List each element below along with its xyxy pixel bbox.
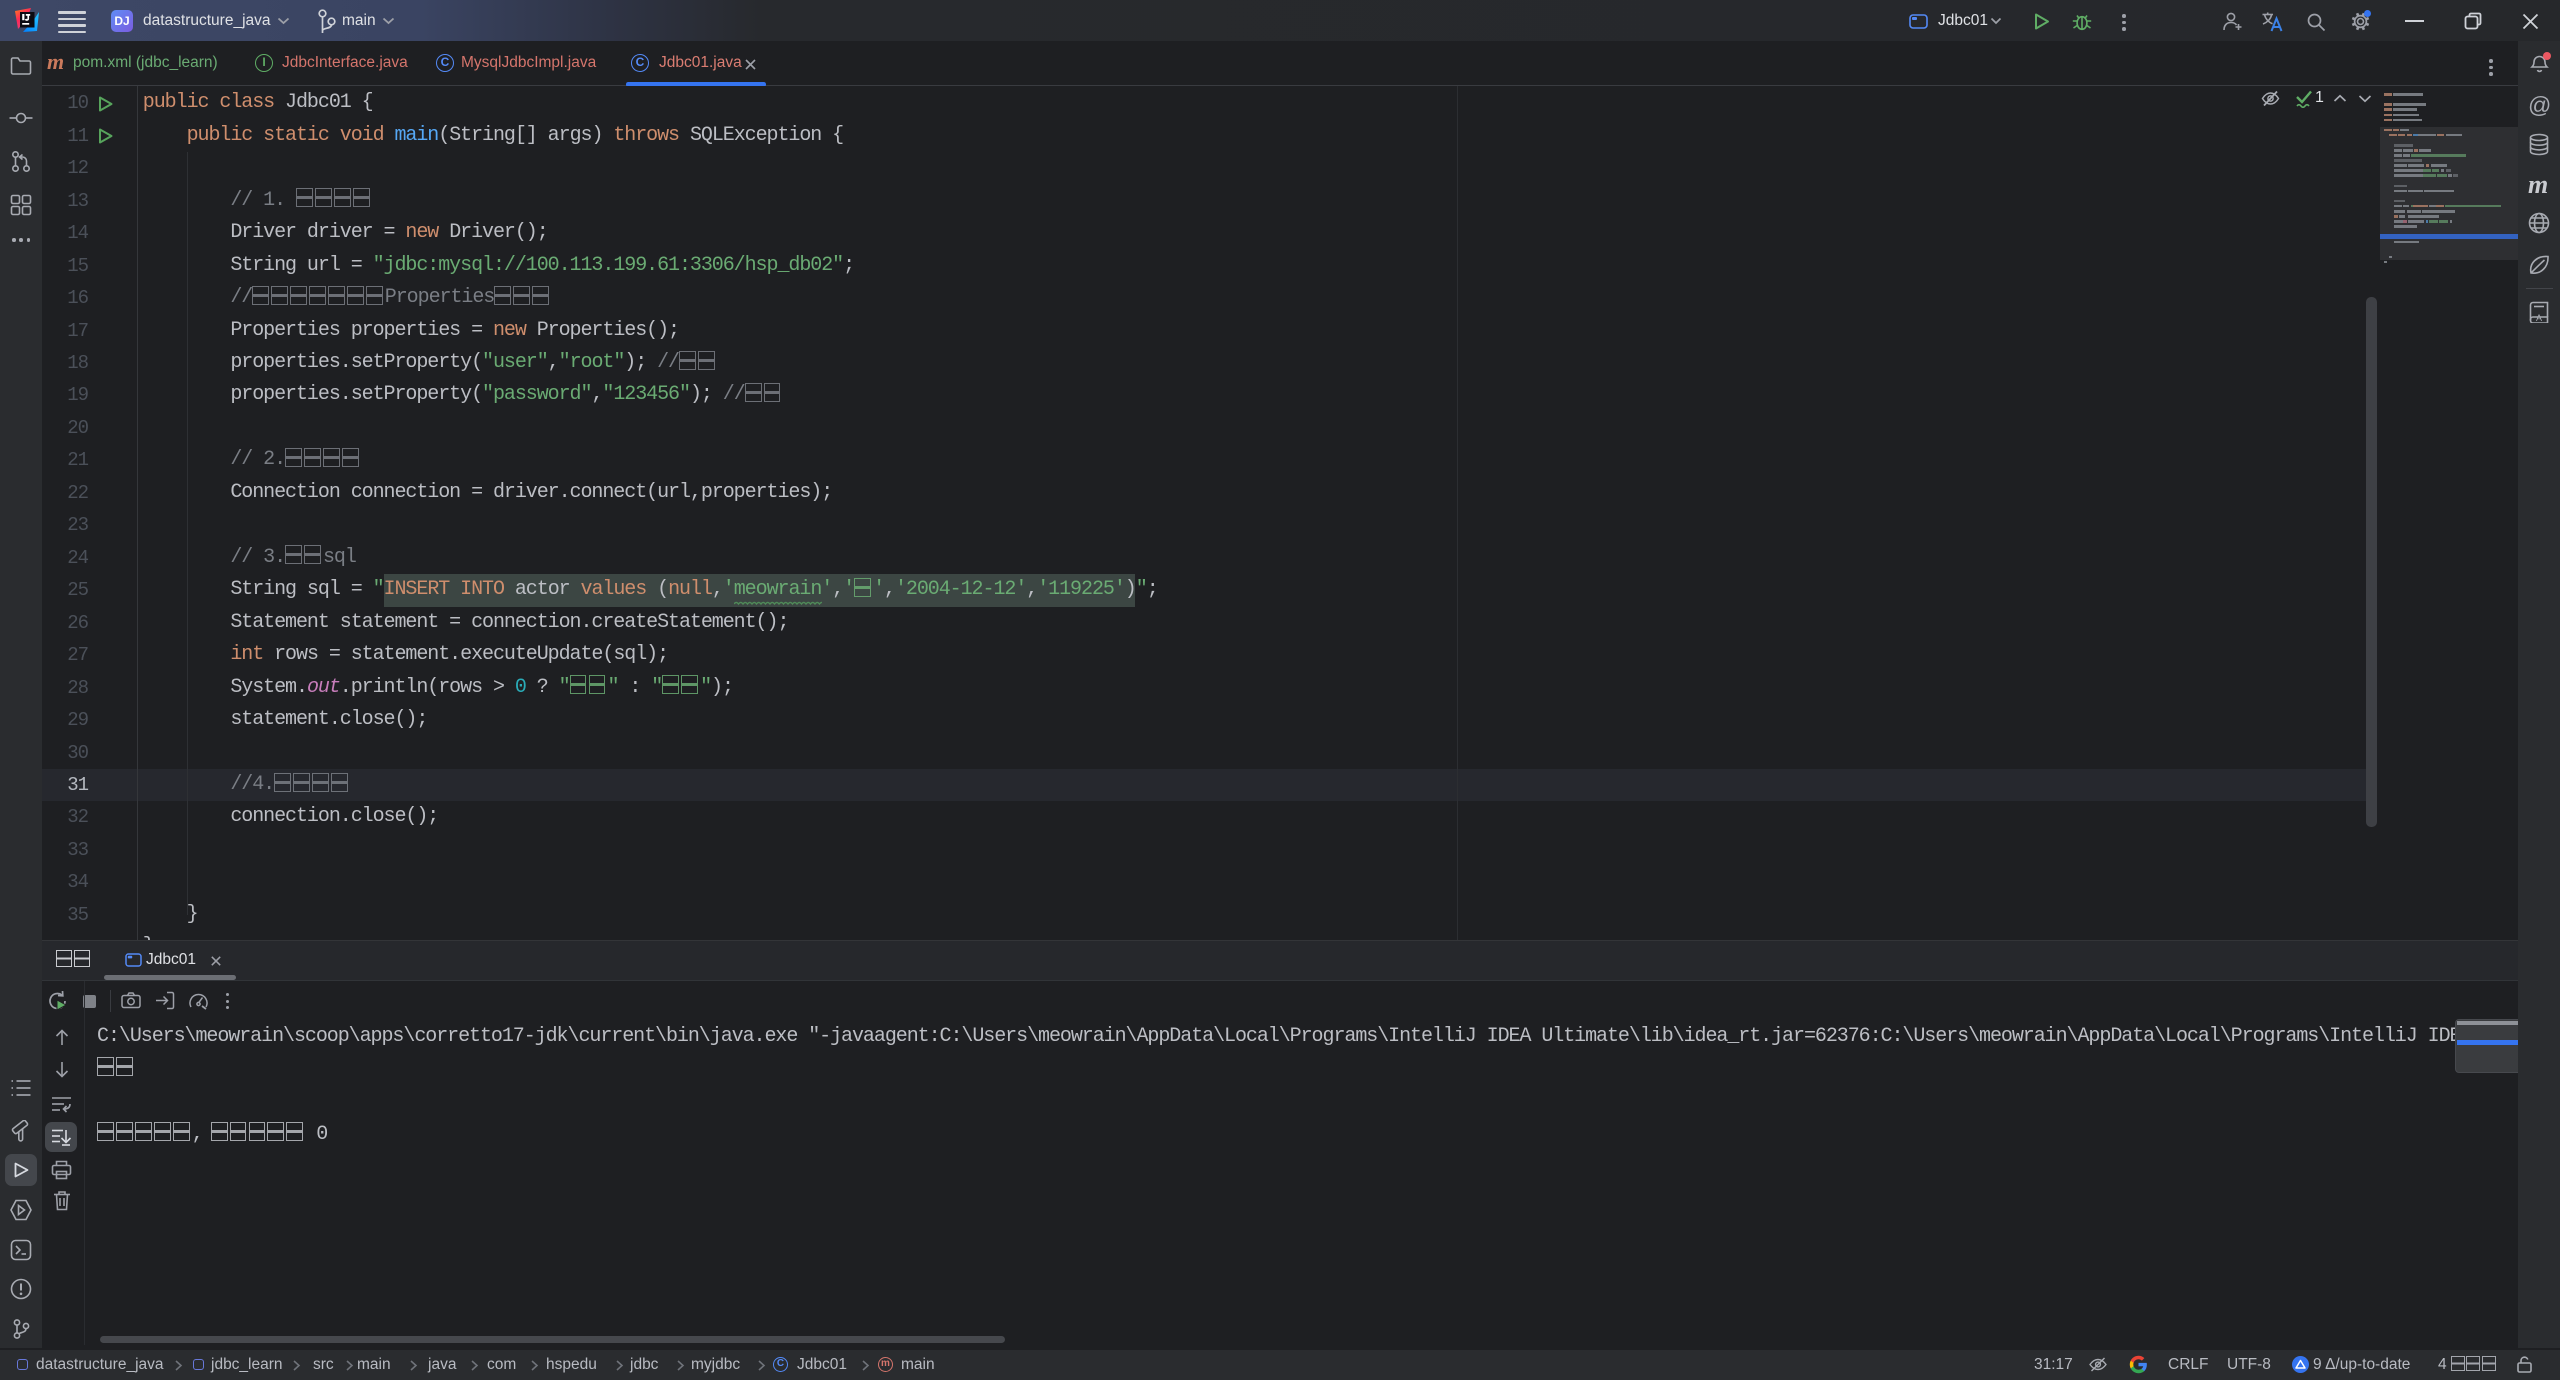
svg-text:A: A bbox=[2536, 313, 2542, 323]
